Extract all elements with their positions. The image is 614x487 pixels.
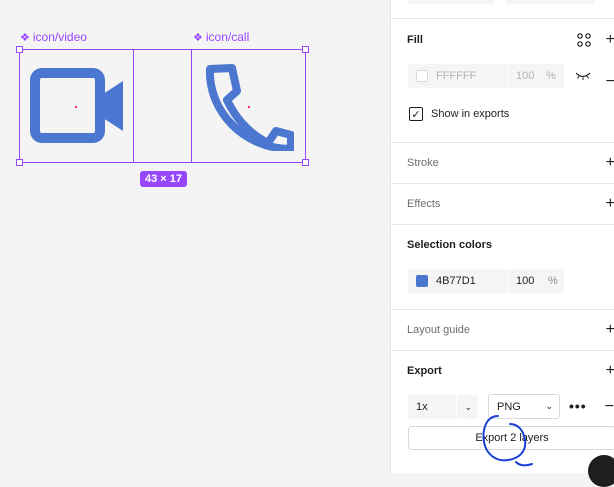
selection-color-opacity[interactable]: 100 <box>516 275 534 287</box>
visibility-hidden-icon[interactable] <box>575 72 591 80</box>
resize-handle-top-left[interactable] <box>16 46 23 53</box>
section-title: Layout guide <box>407 324 470 336</box>
component-icon: ❖ <box>20 31 30 44</box>
design-canvas[interactable]: ❖ icon/video ❖ icon/call 43 × 17 <box>0 0 390 473</box>
section-title: Selection colors <box>407 239 492 251</box>
resize-handle-bottom-left[interactable] <box>16 159 23 166</box>
component-name: icon/call <box>205 30 250 44</box>
component-label-call[interactable]: ❖ icon/call <box>193 30 249 44</box>
field-divider <box>456 395 457 419</box>
add-layout-guide-icon[interactable]: + <box>606 322 614 338</box>
fill-opacity-value[interactable]: 100 <box>516 70 534 82</box>
fill-color-field[interactable]: FFFFFF 100 % <box>408 63 564 89</box>
section-title: Fill <box>407 34 423 46</box>
field-stub <box>407 0 495 4</box>
export-scale-value: 1x <box>416 401 428 413</box>
remove-fill-icon[interactable]: − <box>606 74 614 90</box>
selection-color-hex[interactable]: 4B77D1 <box>436 275 516 287</box>
center-point <box>248 106 250 108</box>
chevron-down-icon: ⌄ <box>464 401 472 412</box>
component-icon: ❖ <box>193 31 203 44</box>
annotation-circle <box>482 415 533 467</box>
section-title: Export <box>407 365 442 377</box>
section-title: Effects <box>407 198 441 210</box>
field-stub <box>505 0 595 4</box>
remove-export-icon[interactable]: − <box>605 399 614 415</box>
add-fill-icon[interactable]: + <box>606 32 614 48</box>
add-effect-icon[interactable]: + <box>606 196 614 212</box>
help-button[interactable] <box>588 455 614 487</box>
more-options-icon[interactable]: ••• <box>569 398 587 414</box>
fill-hex-value[interactable]: FFFFFF <box>436 70 516 82</box>
selection-color-field[interactable]: 4B77D1 100 % <box>408 268 564 294</box>
add-export-icon[interactable]: + <box>606 363 614 379</box>
add-stroke-icon[interactable]: + <box>606 155 614 171</box>
component-name: icon/video <box>32 30 87 44</box>
selection-size-badge: 43 × 17 <box>140 171 188 187</box>
export-scale-select[interactable]: 1x ⌄ <box>408 395 478 419</box>
fill-swatch[interactable] <box>416 70 428 82</box>
resize-handle-bottom-right[interactable] <box>302 159 309 166</box>
resize-handle-top-right[interactable] <box>302 46 309 53</box>
selection-colors-section: Selection colors 4B77D1 100 % <box>391 224 614 309</box>
properties-panel: Fill + FFFFFF 100 % − ✓ Show in exports … <box>390 0 614 487</box>
percent-sign: % <box>548 275 558 287</box>
selection-color-swatch[interactable] <box>416 275 428 287</box>
field-divider <box>508 268 509 294</box>
field-divider <box>508 63 509 89</box>
percent-sign: % <box>546 70 556 82</box>
center-point <box>75 106 77 108</box>
style-grid-icon[interactable] <box>577 33 591 47</box>
component-label-video[interactable]: ❖ icon/video <box>20 30 87 44</box>
show-in-exports-label: Show in exports <box>431 108 510 120</box>
effects-section: Effects + <box>391 183 614 224</box>
fill-section: Fill + FFFFFF 100 % − ✓ Show in exports <box>391 18 614 142</box>
show-in-exports-checkbox[interactable]: ✓ <box>409 107 423 121</box>
layout-guide-section: Layout guide + <box>391 309 614 350</box>
stroke-section: Stroke + <box>391 142 614 183</box>
video-camera-icon <box>30 68 123 143</box>
chevron-down-icon: ⌄ <box>545 401 553 411</box>
section-title: Stroke <box>407 157 439 169</box>
